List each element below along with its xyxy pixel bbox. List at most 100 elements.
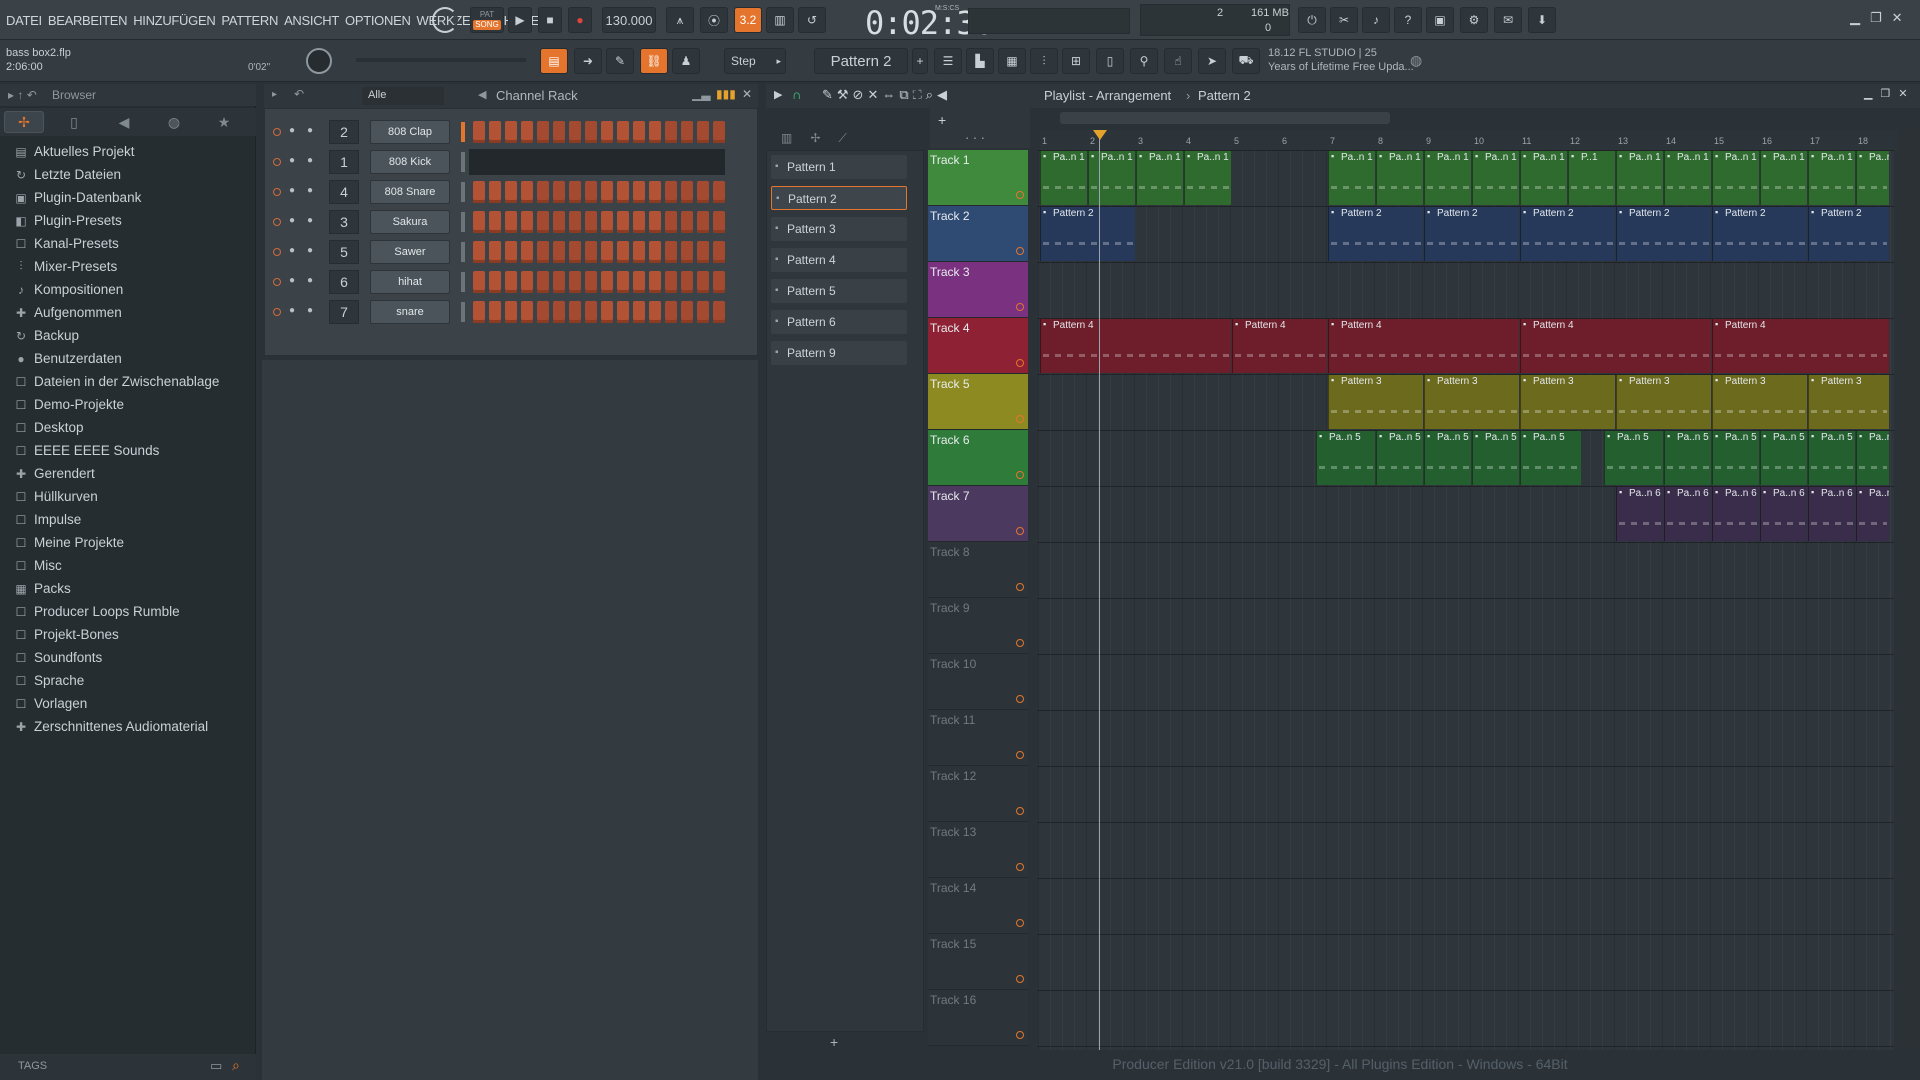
step-button[interactable] bbox=[617, 301, 629, 323]
news-panel[interactable]: 18.12 FL STUDIO | 25 Years of Lifetime F… bbox=[1268, 46, 1414, 74]
pattern-clip[interactable]: Pa..n 1 bbox=[1472, 151, 1519, 205]
step-button[interactable] bbox=[489, 121, 501, 143]
pattern-clip[interactable]: Pa..n 6 bbox=[1856, 487, 1889, 541]
magnet-icon[interactable]: ∩ bbox=[792, 87, 801, 102]
minimize-icon[interactable]: ▁ bbox=[1850, 10, 1860, 26]
step-button[interactable] bbox=[601, 301, 613, 323]
bar-number[interactable]: 1 bbox=[1042, 136, 1047, 146]
bar-number[interactable]: 7 bbox=[1330, 136, 1335, 146]
step-button[interactable] bbox=[553, 271, 565, 293]
step-button[interactable] bbox=[697, 181, 709, 203]
browser-item[interactable]: ☐ Impulse bbox=[14, 508, 254, 531]
mixer-view-button[interactable]: ☰ bbox=[934, 48, 962, 74]
browser-item[interactable]: ▤ Aktuelles Projekt bbox=[14, 140, 254, 163]
step-button[interactable] bbox=[713, 241, 725, 263]
pan-knob-icon[interactable]: ● bbox=[289, 275, 299, 287]
track-header[interactable]: Track 8 bbox=[928, 542, 1028, 598]
step-button[interactable] bbox=[505, 181, 517, 203]
step-button[interactable] bbox=[585, 121, 597, 143]
play-button[interactable]: ▶ bbox=[508, 7, 532, 33]
step-button[interactable] bbox=[537, 271, 549, 293]
track-header[interactable]: Track 5 bbox=[928, 374, 1028, 430]
pan-knob-icon[interactable]: ● bbox=[289, 215, 299, 227]
bar-number[interactable]: 16 bbox=[1762, 136, 1772, 146]
tools-button[interactable]: ✂ bbox=[1330, 7, 1358, 33]
mixer-track-number[interactable]: 5 bbox=[329, 240, 359, 264]
step-button[interactable] bbox=[537, 241, 549, 263]
menu-item-4[interactable]: ANSICHT bbox=[284, 13, 339, 28]
step-edit-button[interactable]: ▥ bbox=[766, 7, 794, 33]
pattern-clip[interactable]: Pa..n 1 bbox=[1760, 151, 1807, 205]
volume-knob-icon[interactable]: ● bbox=[307, 185, 317, 197]
step-button[interactable] bbox=[473, 121, 485, 143]
pattern-clip[interactable]: Pattern 3 bbox=[1424, 375, 1519, 429]
step-button[interactable] bbox=[681, 301, 693, 323]
browser-item[interactable]: ☐ EEEE EEEE Sounds bbox=[14, 439, 254, 462]
pattern-clip[interactable]: Pa..n 1 bbox=[1712, 151, 1759, 205]
folder-icon[interactable]: ▭ bbox=[210, 1058, 222, 1074]
step-button[interactable] bbox=[553, 241, 565, 263]
pattern-clip[interactable]: Pattern 3 bbox=[1520, 375, 1615, 429]
step-button[interactable] bbox=[489, 271, 501, 293]
close-icon[interactable]: ✕ bbox=[1892, 10, 1903, 26]
stop-button[interactable]: ■ bbox=[538, 7, 562, 33]
countdown-button[interactable]: 3.2 bbox=[734, 7, 762, 33]
pattern-clip[interactable]: Pa..n 5 bbox=[1808, 431, 1855, 485]
track-mute-icon[interactable] bbox=[1016, 191, 1024, 199]
pattern-clip[interactable]: Pattern 2 bbox=[1808, 207, 1889, 261]
undo-icon[interactable]: ↶ bbox=[294, 87, 304, 101]
browser-tab-plugins[interactable]: ◍ bbox=[154, 111, 194, 133]
project-button[interactable]: ▯ bbox=[1096, 48, 1124, 74]
pattern-clip[interactable]: Pattern 4 bbox=[1712, 319, 1889, 373]
pattern-clip[interactable]: Pa..n 5 bbox=[1664, 431, 1711, 485]
channel-name-button[interactable]: 808 Clap bbox=[370, 120, 450, 144]
pattern-clip[interactable]: Pa..n 1 bbox=[1808, 151, 1855, 205]
step-button[interactable] bbox=[665, 121, 677, 143]
browser-item[interactable]: ✚ Aufgenommen bbox=[14, 301, 254, 324]
step-button[interactable] bbox=[585, 181, 597, 203]
step-button[interactable] bbox=[505, 121, 517, 143]
channel-row[interactable]: ● ● 1 808 Kick bbox=[273, 149, 753, 175]
browser-item[interactable]: ◧ Plugin-Presets bbox=[14, 209, 254, 232]
step-button[interactable] bbox=[601, 241, 613, 263]
channel-select-indicator[interactable] bbox=[461, 182, 465, 202]
step-button[interactable] bbox=[697, 211, 709, 233]
browser-item[interactable]: ☐ Projekt-Bones bbox=[14, 623, 254, 646]
browser-item[interactable]: ✚ Gerendert bbox=[14, 462, 254, 485]
snap-select[interactable]: Step ▸ bbox=[724, 48, 786, 74]
step-button[interactable] bbox=[505, 271, 517, 293]
bar-number[interactable]: 15 bbox=[1714, 136, 1724, 146]
channel-name-button[interactable]: 808 Kick bbox=[370, 150, 450, 174]
bar-number[interactable]: 8 bbox=[1378, 136, 1383, 146]
pattern-clip[interactable]: Pa..n 5 bbox=[1520, 431, 1582, 485]
bar-number[interactable]: 12 bbox=[1570, 136, 1580, 146]
track-header[interactable]: Track 10 bbox=[928, 654, 1028, 710]
pan-knob-icon[interactable]: ● bbox=[289, 155, 299, 167]
channel-select-indicator[interactable] bbox=[461, 242, 465, 262]
channel-mute-led[interactable] bbox=[273, 188, 281, 196]
pattern-clip[interactable]: Pa..n 1 bbox=[1376, 151, 1423, 205]
track-mute-icon[interactable] bbox=[1016, 247, 1024, 255]
bar-number[interactable]: 5 bbox=[1234, 136, 1239, 146]
step-button[interactable] bbox=[553, 301, 565, 323]
browser-item[interactable]: ☐ Hüllkurven bbox=[14, 485, 254, 508]
playlist-scrollbar[interactable] bbox=[1898, 130, 1920, 1050]
pattern-clip[interactable]: Pa..n 1 bbox=[1328, 151, 1375, 205]
browser-item[interactable]: ↻ Letzte Dateien bbox=[14, 163, 254, 186]
track-header[interactable]: Track 16 bbox=[928, 990, 1028, 1046]
volume-knob-icon[interactable]: ● bbox=[307, 215, 317, 227]
browser-item[interactable]: ☐ Kanal-Presets bbox=[14, 232, 254, 255]
step-button[interactable] bbox=[585, 301, 597, 323]
pat-song-toggle[interactable]: PAT SONG bbox=[470, 7, 504, 33]
pattern-clip[interactable]: Pa..n 5 bbox=[1472, 431, 1519, 485]
step-button[interactable] bbox=[569, 241, 581, 263]
step-button[interactable] bbox=[553, 181, 565, 203]
pattern-item[interactable]: Pattern 9 bbox=[771, 341, 907, 365]
pattern-clip[interactable]: Pa..n 6 bbox=[1760, 487, 1807, 541]
track-mute-icon[interactable] bbox=[1016, 415, 1024, 423]
browser-tab-favorites[interactable]: ★ bbox=[204, 111, 244, 133]
step-button[interactable] bbox=[665, 271, 677, 293]
browser-item[interactable]: ☐ Desktop bbox=[14, 416, 254, 439]
link-button[interactable]: ⛓ bbox=[640, 48, 668, 74]
playhead-marker-icon[interactable] bbox=[1093, 130, 1107, 140]
